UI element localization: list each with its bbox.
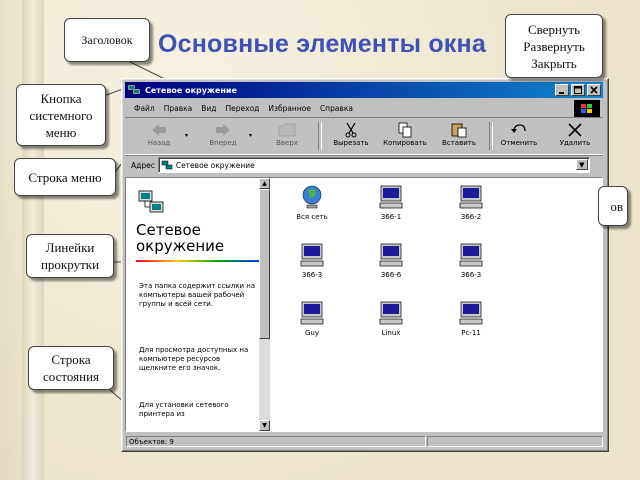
maximize-icon (574, 86, 582, 94)
web-view-pane: Сетевое окружение Эта папка содержит ссы… (126, 178, 262, 431)
delete-button[interactable]: Удалить (549, 120, 601, 152)
window-title: Сетевое окружение (145, 85, 237, 95)
address-field[interactable]: Сетевое окружение ▼ (157, 157, 590, 173)
system-menu-icon[interactable] (127, 84, 141, 96)
minimize-icon (559, 92, 564, 94)
pane-heading: Сетевое окружение (136, 221, 225, 255)
back-arrow-icon (152, 124, 166, 136)
menu-go[interactable]: Переход (226, 104, 260, 113)
network-neighborhood-large-icon (138, 190, 164, 213)
menu-edit[interactable]: Правка (164, 104, 193, 113)
network-neighborhood-icon (161, 160, 173, 170)
back-dropdown-icon[interactable]: ▾ (185, 132, 188, 139)
list-item[interactable]: Вся сеть (282, 184, 342, 221)
computer-icon (379, 243, 403, 267)
menu-view[interactable]: Вид (201, 104, 216, 113)
globe-icon (302, 185, 322, 209)
paste-button[interactable]: Вставить (433, 120, 485, 152)
undo-icon (511, 124, 526, 133)
address-label: Адрес (131, 160, 155, 170)
undo-button[interactable]: Отменить (493, 120, 545, 152)
list-item[interactable]: Linux (361, 300, 421, 337)
menu-help[interactable]: Справка (320, 104, 353, 113)
menu-bar: Файл Правка Вид Переход Избранное Справк… (125, 100, 603, 117)
maximize-button[interactable] (571, 84, 585, 96)
pane-description-3: Для установки сетевого принтера из (139, 401, 229, 418)
toolbar-separator (318, 122, 322, 150)
callout-status-bar: Строка состояния (28, 346, 114, 390)
delete-x-icon (568, 123, 582, 137)
copy-button[interactable]: Копировать (379, 120, 431, 152)
minimize-button[interactable] (555, 84, 569, 96)
list-item[interactable]: Pc-11 (441, 300, 501, 337)
status-objects: Объектов: 9 (126, 435, 426, 447)
address-bar: Адрес Сетевое окружение ▼ (125, 156, 603, 174)
status-bar: Объектов: 9 (125, 434, 603, 448)
callout-scrollbars: Линейки прокрутки (26, 234, 114, 278)
cut-button[interactable]: Вырезать (325, 120, 377, 152)
list-item[interactable]: 366-3 (441, 242, 501, 279)
computer-icon (379, 185, 403, 209)
callout-menu-bar: Строка меню (14, 158, 116, 196)
list-item[interactable]: 366-2 (441, 184, 501, 221)
list-item[interactable]: 366-1 (361, 184, 421, 221)
pane-description-1: Эта папка содержит ссылки на компьютеры … (139, 282, 256, 308)
scroll-thumb[interactable] (259, 189, 270, 339)
list-item[interactable]: 366-6 (361, 242, 421, 279)
back-button[interactable]: Назад (133, 120, 185, 152)
address-value: Сетевое окружение (175, 160, 255, 170)
callout-window-controls: Свернуть Развернуть Закрыть (505, 14, 603, 78)
forward-dropdown-icon[interactable]: ▾ (249, 132, 252, 139)
content-area: Сетевое окружение Эта папка содержит ссы… (125, 177, 603, 432)
status-field-empty (427, 435, 603, 447)
toolbar: Назад ▾ Вперед ▾ Вверх Вырезать Копирова… (125, 117, 603, 155)
computer-icon (300, 301, 324, 325)
computer-icon (379, 301, 403, 325)
callout-system-menu: Кнопка системного меню (16, 84, 106, 146)
up-button[interactable]: Вверх (261, 120, 313, 152)
list-item[interactable]: 366-3 (282, 242, 342, 279)
left-pane-scrollbar[interactable]: ▲ ▼ (259, 178, 270, 431)
computer-icon (459, 301, 483, 325)
forward-button[interactable]: Вперед (197, 120, 249, 152)
explorer-window: Сетевое окружение Файл Правка Вид Перехо… (121, 78, 609, 452)
pane-divider (136, 260, 260, 262)
menu-favorites[interactable]: Избранное (268, 104, 311, 113)
pane-description-2: Для просмотра доступных на компьютере ре… (139, 346, 249, 372)
computer-icon (459, 185, 483, 209)
scissors-icon (345, 122, 357, 138)
paste-icon (451, 123, 467, 138)
close-icon (590, 86, 598, 94)
windows-logo-icon (574, 100, 600, 117)
close-button[interactable] (587, 84, 601, 96)
copy-icon (398, 122, 412, 138)
folder-up-icon (278, 123, 296, 137)
address-dropdown-button[interactable]: ▼ (575, 159, 588, 170)
list-item[interactable]: Guy (282, 300, 342, 337)
title-bar[interactable]: Сетевое окружение (125, 82, 603, 98)
computer-icon (300, 243, 324, 267)
menu-file[interactable]: Файл (134, 104, 155, 113)
scroll-down-button[interactable]: ▼ (259, 420, 270, 431)
computer-icon (459, 243, 483, 267)
slide-title: Основные элементы окна (158, 30, 486, 58)
scroll-up-button[interactable]: ▲ (259, 178, 270, 189)
callout-header: Заголовок (64, 18, 150, 62)
callout-partial-right: ов (598, 186, 628, 226)
forward-arrow-icon (216, 124, 230, 136)
